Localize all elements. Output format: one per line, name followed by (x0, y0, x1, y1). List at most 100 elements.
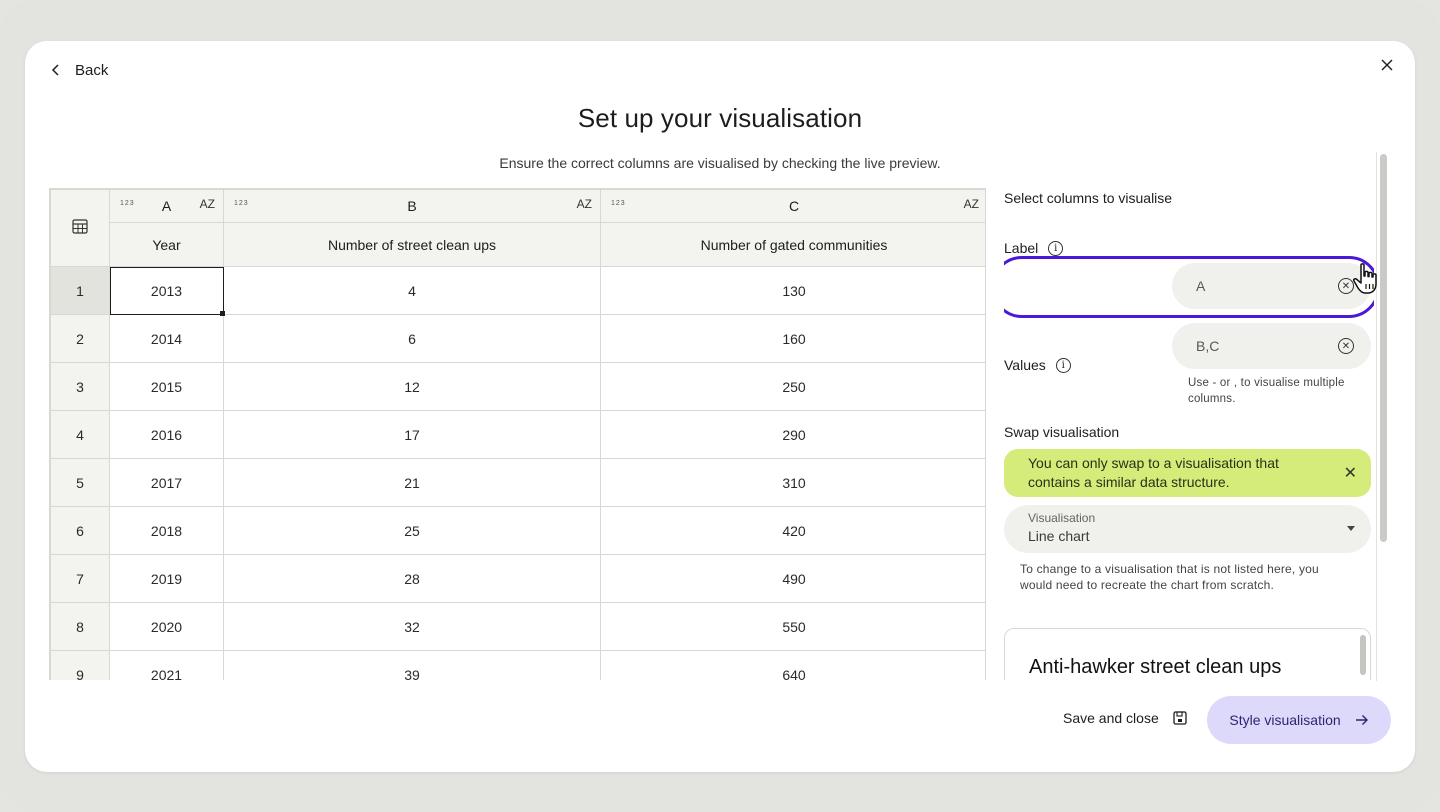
number-type-icon: 123 (611, 200, 626, 207)
table-cell[interactable]: 4 (223, 266, 601, 315)
table-row: 2 2014 6 160 (50, 314, 985, 363)
table-cell[interactable]: 130 (600, 266, 985, 315)
close-icon[interactable]: ✕ (1344, 464, 1357, 483)
table-cell[interactable]: 39 (223, 650, 601, 680)
table-row: 8 2020 32 550 (50, 602, 985, 651)
table-cell[interactable]: 12 (223, 362, 601, 411)
row-number[interactable]: 8 (50, 602, 110, 651)
swap-notice: You can only swap to a visualisation tha… (1004, 449, 1371, 497)
row-number[interactable]: 4 (50, 410, 110, 459)
table-cell[interactable]: 2013 (109, 266, 226, 317)
table-cell[interactable]: 6 (223, 314, 601, 363)
column-header-c[interactable]: 123 C AZ (600, 189, 985, 223)
column-letter: B (407, 198, 417, 214)
table-row: 6 2018 25 420 (50, 506, 985, 555)
row-number[interactable]: 3 (50, 362, 110, 411)
page-title: Set up your visualisation (577, 103, 863, 133)
table-cell[interactable]: 2020 (109, 602, 224, 651)
panel-scrollbar-thumb[interactable] (1380, 154, 1387, 542)
table-cell[interactable]: 2018 (109, 506, 224, 555)
table-row: 5 2017 21 310 (50, 458, 985, 507)
table-row: 7 2019 28 490 (50, 554, 985, 603)
sort-az-icon[interactable]: AZ (200, 197, 215, 211)
visualisation-setup-modal: Back Set up your visualisation Ensure th… (25, 41, 1415, 772)
row-number[interactable]: 9 (50, 650, 110, 680)
table-cell[interactable]: 2016 (109, 410, 224, 459)
data-table: 123 A AZ 123 B AZ 123 C AZ Year Number o… (49, 188, 986, 680)
table-cell[interactable]: 2021 (109, 650, 224, 680)
values-field-label: Values i (1004, 357, 1071, 373)
table-row: 1 2013 4 130 (50, 266, 985, 317)
visualisation-select[interactable]: Visualisation Line chart (1004, 505, 1371, 553)
column-header-b[interactable]: 123 B AZ (223, 189, 601, 223)
swap-notice-text: You can only swap to a visualisation tha… (1028, 455, 1279, 490)
table-cell[interactable]: 290 (600, 410, 985, 459)
pointer-hand-icon (1353, 263, 1377, 294)
table-cell[interactable]: 17 (223, 410, 601, 459)
back-button[interactable]: Back (49, 59, 108, 81)
label-column-input[interactable]: A ✕ (1172, 263, 1371, 309)
info-icon[interactable]: i (1048, 240, 1064, 256)
table-cell[interactable]: 21 (223, 458, 601, 507)
table-cell[interactable]: 160 (600, 314, 985, 363)
table-cell[interactable]: 640 (600, 650, 985, 680)
table-row: 4 2016 17 290 (50, 410, 985, 459)
table-cell[interactable]: 550 (600, 602, 985, 651)
column-name-row: Year Number of street clean ups Number o… (51, 222, 985, 267)
row-number[interactable]: 5 (50, 458, 110, 507)
back-label: Back (75, 61, 109, 79)
table-cell[interactable]: 250 (600, 362, 985, 411)
column-letter: C (788, 198, 800, 214)
column-name-gated-communities[interactable]: Number of gated communities (600, 222, 985, 267)
info-icon[interactable]: i (1055, 357, 1071, 373)
clear-icon[interactable]: ✕ (1338, 338, 1354, 354)
save-icon (1173, 711, 1187, 725)
save-and-close-button[interactable]: Save and close (1063, 710, 1187, 726)
close-icon (1381, 59, 1393, 71)
table-cell[interactable]: 2017 (109, 458, 224, 507)
table-cell[interactable]: 25 (223, 506, 601, 555)
row-number[interactable]: 7 (50, 554, 110, 603)
table-cell[interactable]: 490 (600, 554, 985, 603)
save-and-close-label: Save and close (1063, 710, 1159, 726)
visualisation-select-label: Visualisation (1028, 511, 1096, 525)
chevron-left-icon (51, 64, 59, 76)
column-header-a[interactable]: 123 A AZ (109, 189, 224, 223)
table-cell[interactable]: 2014 (109, 314, 224, 363)
visualisation-select-value: Line chart (1028, 528, 1090, 544)
preview-chart-title: Anti-hawker street clean ups have been h… (1029, 656, 1282, 678)
table-cell[interactable]: 32 (223, 602, 601, 651)
values-column-input[interactable]: B,C ✕ (1172, 323, 1371, 369)
number-type-icon: 123 (234, 200, 249, 207)
close-button[interactable] (1377, 55, 1397, 75)
settings-panel: Select columns to visualise Label i A ✕ … (1004, 188, 1374, 680)
style-visualisation-label: Style visualisation (1229, 712, 1341, 728)
style-visualisation-button[interactable]: Style visualisation (1207, 696, 1391, 744)
column-letter-row: 123 A AZ 123 B AZ 123 C AZ (50, 189, 985, 267)
table-cell[interactable]: 420 (600, 506, 985, 555)
table-cell[interactable]: 28 (223, 554, 601, 603)
values-hint: Use - or , to visualise multiple columns… (1188, 377, 1345, 405)
row-number[interactable]: 6 (50, 506, 110, 555)
table-cell[interactable]: 310 (600, 458, 985, 507)
table-icon (72, 219, 88, 234)
swap-visualisation-heading: Swap visualisation (1004, 424, 1120, 440)
label-text: Label (1004, 240, 1039, 256)
sort-az-icon[interactable]: AZ (577, 197, 592, 211)
table-corner[interactable] (50, 189, 110, 267)
visualisation-hint: To change to a visualisation that is not… (1020, 562, 1319, 592)
row-number[interactable]: 2 (50, 314, 110, 363)
row-number[interactable]: 1 (50, 266, 110, 315)
preview-scrollbar[interactable] (1360, 635, 1366, 675)
live-preview: Anti-hawker street clean ups have been h… (1004, 628, 1371, 680)
label-field-label: Label i (1004, 240, 1064, 256)
column-name-year[interactable]: Year (109, 222, 224, 267)
sort-az-icon[interactable]: AZ (964, 197, 979, 211)
table-row: 3 2015 12 250 (50, 362, 985, 411)
column-name-street-clean-ups[interactable]: Number of street clean ups (223, 222, 601, 267)
number-type-icon: 123 (120, 200, 135, 207)
table-cell[interactable]: 2019 (109, 554, 224, 603)
table-cell[interactable]: 2015 (109, 362, 224, 411)
page-subtitle: Ensure the correct columns are visualise… (499, 155, 941, 171)
table-row: 9 2021 39 640 (50, 650, 985, 680)
